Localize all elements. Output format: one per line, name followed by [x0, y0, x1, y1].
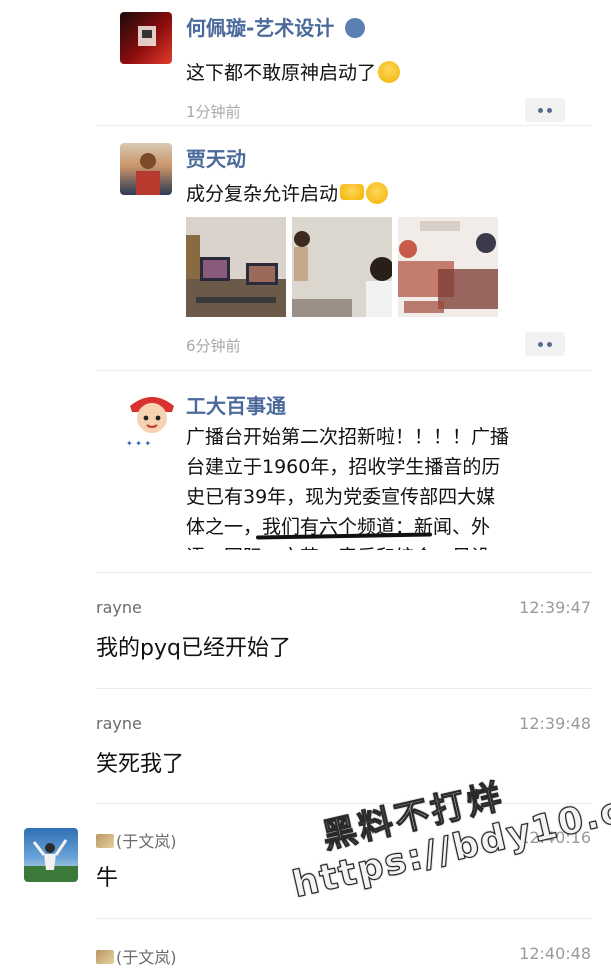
message-time: 12:39:47 — [519, 598, 591, 617]
divider — [96, 688, 591, 689]
message-time: 12:39:48 — [519, 714, 591, 733]
avatar[interactable] — [120, 12, 172, 64]
message-text: 笑死我了 — [96, 752, 185, 777]
more-options-button[interactable] — [525, 332, 565, 356]
classroom-presenter-photo[interactable] — [292, 217, 392, 317]
svg-text:✦ ✦ ✦: ✦ ✦ ✦ — [126, 439, 151, 448]
divider — [96, 918, 591, 919]
post-author-name[interactable]: 何佩璇-艺术设计 — [186, 12, 366, 41]
sweat-smile-emoji — [378, 61, 401, 83]
sender-name[interactable]: rayne — [96, 598, 142, 617]
pointing-hand-emoji — [340, 184, 365, 200]
screen: 何佩璇-艺术设计 这下都不敢原神启动了 1分钟前 贾天动 成分复杂允许启动 6分… — [0, 0, 611, 980]
divider — [96, 370, 591, 371]
post-text-line: 体之一，我们有六个频道：新闻、外 — [186, 516, 491, 538]
sender-name[interactable]: rayne — [96, 714, 142, 733]
post-text-line: 语、国际、文艺、音乐和综合，另设 — [186, 542, 578, 550]
post-time: 1分钟前 — [186, 103, 241, 121]
blurred-screenshot-photo[interactable] — [398, 217, 498, 317]
post-text-line: 台建立于1960年，招收学生播音的历 — [186, 456, 501, 478]
photo-grid — [186, 217, 498, 317]
post-text-line: 广播台开始第二次招新啦！！！！广播 — [186, 426, 510, 448]
sender-name[interactable]: (于文岚) — [96, 944, 177, 968]
chat-message: (于文岚) 12:40:48 — [0, 944, 611, 980]
post-text: 广播台开始第二次招新啦！！！！广播 台建立于1960年，招收学生播音的历 史已有… — [186, 422, 578, 550]
feed-post: ✦ ✦ ✦ 工大百事通 广播台开始第二次招新啦！！！！广播 台建立于1960年，… — [0, 388, 591, 550]
gold-coin-icon — [96, 950, 114, 964]
genshin-badge-icon — [345, 18, 366, 38]
laugh-cry-emoji — [366, 182, 389, 204]
feed-post: 贾天动 成分复杂允许启动 6分钟前 — [0, 143, 591, 363]
post-author-name[interactable]: 贾天动 — [186, 143, 246, 172]
avatar[interactable] — [120, 143, 172, 195]
post-text-line: 史已有39年，现为党委宣传部四大媒 — [186, 486, 496, 508]
chat-message: rayne 12:39:47 我的pyq已经开始了 — [0, 598, 611, 678]
divider — [96, 125, 591, 126]
post-text: 成分复杂允许启动 — [186, 179, 389, 206]
post-time: 6分钟前 — [186, 337, 241, 355]
message-time: 12:40:48 — [519, 944, 591, 963]
sender-name[interactable]: (于文岚) — [96, 828, 177, 852]
message-text: 我的pyq已经开始了 — [96, 636, 291, 661]
avatar[interactable] — [24, 828, 78, 882]
divider — [96, 572, 591, 573]
feed-post: 何佩璇-艺术设计 这下都不敢原神启动了 1分钟前 — [0, 12, 591, 122]
post-author-name[interactable]: 工大百事通 — [186, 390, 286, 419]
post-text: 这下都不敢原神启动了 — [186, 58, 401, 85]
gold-coin-icon — [96, 834, 114, 848]
avatar[interactable]: ✦ ✦ ✦ — [120, 388, 184, 448]
message-text: 牛 — [96, 866, 119, 891]
more-options-button[interactable] — [525, 98, 565, 122]
lecture-hall-screens-photo[interactable] — [186, 217, 286, 317]
